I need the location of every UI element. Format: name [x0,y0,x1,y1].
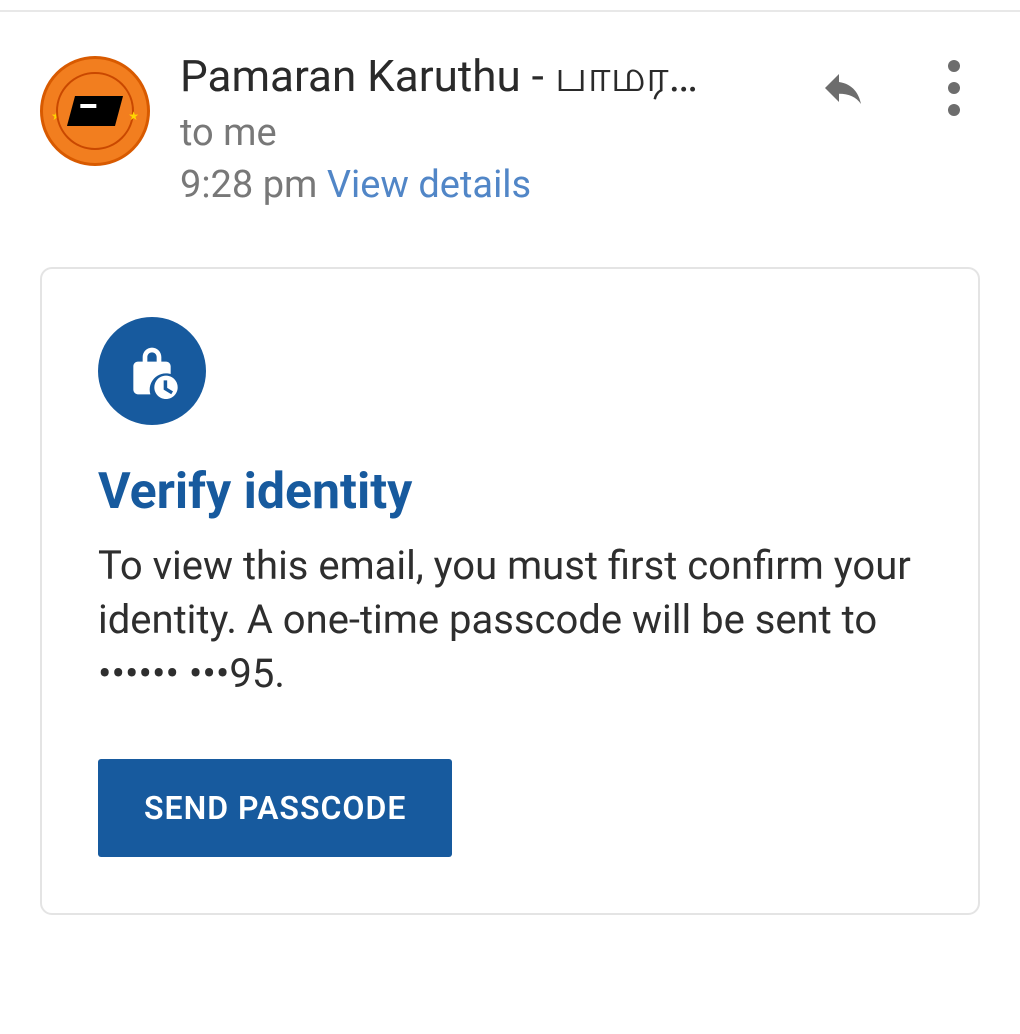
verify-icon-wrap [98,317,206,425]
sender-name[interactable]: Pamaran Karuthu - பாமர… [180,50,793,103]
card-body: To view this email, you must first confi… [98,539,922,701]
lock-clock-icon [124,343,180,399]
send-passcode-button[interactable]: SEND PASSCODE [98,759,452,857]
view-details-link[interactable]: View details [327,163,531,207]
email-header: ★ ★ Pamaran Karuthu - பாமர… to me 9:28 p… [0,12,1020,207]
reply-icon[interactable] [813,64,873,112]
sender-info: Pamaran Karuthu - பாமர… to me 9:28 pm Vi… [180,50,793,207]
verify-card: Verify identity To view this email, you … [40,267,980,915]
recipient-line[interactable]: to me [180,111,793,155]
more-icon[interactable] [928,55,980,121]
card-title: Verify identity [98,463,922,521]
header-actions [813,55,980,121]
sender-avatar[interactable]: ★ ★ [40,56,150,166]
avatar-decoration: ★ [128,109,139,123]
time-row: 9:28 pm View details [180,163,793,207]
avatar-inner [56,72,134,150]
email-time: 9:28 pm [180,163,317,207]
avatar-graphic [67,96,123,126]
